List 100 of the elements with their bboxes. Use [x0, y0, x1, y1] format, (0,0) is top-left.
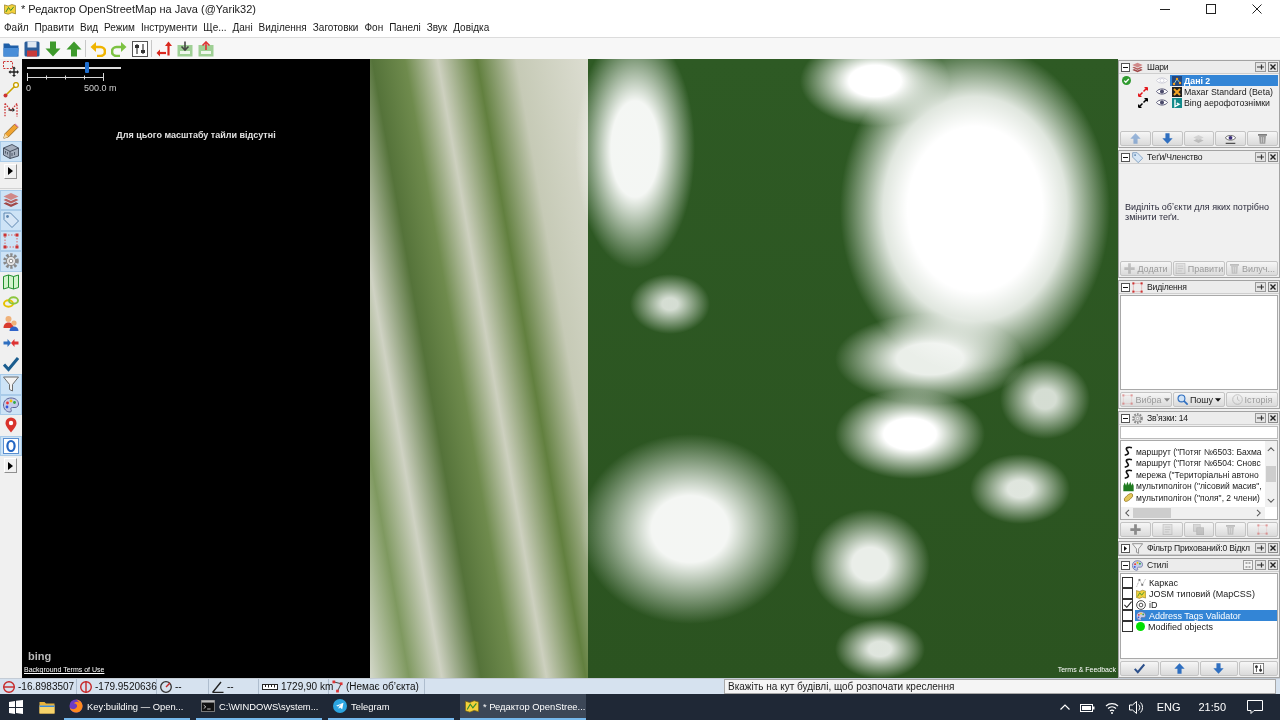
add-button[interactable] [1120, 522, 1151, 537]
checkbox[interactable] [1122, 621, 1133, 632]
move-up-button[interactable] [1159, 661, 1199, 676]
swoosh-tile-icon [1172, 97, 1182, 108]
eye-icon[interactable] [1156, 98, 1168, 107]
pin-icon[interactable] [1255, 560, 1266, 570]
style-item[interactable]: Каркас [1135, 577, 1277, 588]
s-curve-icon [1123, 469, 1134, 481]
vertical-scrollbar[interactable] [1265, 441, 1277, 507]
taskbar-app[interactable]: * Редактор OpenStree... [460, 694, 586, 720]
stacked-layers-icon [3, 191, 19, 208]
pin-icon[interactable] [1255, 152, 1266, 162]
relation-item[interactable]: маршрут ("Потяг №6503: Бахма [1121, 446, 1265, 458]
more-tools-button[interactable] [4, 458, 17, 473]
panel-toggle-button[interactable] [0, 271, 22, 292]
battery-icon[interactable] [1079, 702, 1095, 712]
panel-toggle-button[interactable] [0, 394, 22, 415]
menu-item[interactable]: Інструменти [137, 21, 201, 34]
checkbox[interactable] [1122, 610, 1133, 621]
menu-item[interactable]: Дані [229, 21, 256, 34]
angle-icon [212, 680, 224, 693]
menu-item[interactable]: Довідка [450, 21, 493, 34]
move-down-button[interactable] [1151, 131, 1183, 146]
menu-item[interactable]: Панелі [386, 21, 424, 34]
settings-button[interactable] [1239, 661, 1278, 676]
pin-icon[interactable] [1255, 413, 1266, 423]
language-indicator[interactable]: ENG [1152, 701, 1185, 713]
palette-icon [3, 396, 19, 413]
pin-icon[interactable] [1255, 282, 1266, 292]
pin-icon[interactable] [1255, 62, 1266, 72]
close-icon[interactable] [1268, 543, 1278, 553]
collapse-icon[interactable] [1121, 560, 1130, 570]
taskbar-app[interactable]: Key:building — Open... [64, 694, 190, 720]
layer-item[interactable]: Bing аерофотознімки [1170, 97, 1278, 108]
horizontal-scrollbar[interactable] [1121, 507, 1265, 519]
scrollbar-thumb[interactable] [1266, 466, 1276, 482]
panel-toggle-button[interactable] [0, 230, 22, 251]
chevron-right-icon[interactable] [1256, 509, 1262, 517]
panel-toggle-button[interactable] [0, 189, 22, 210]
menu-item[interactable]: Режим [101, 21, 138, 34]
speaker-icon[interactable] [1128, 700, 1143, 714]
filter-field[interactable] [1120, 426, 1278, 439]
style-item[interactable]: Modified objects [1135, 621, 1277, 632]
checkbox[interactable] [1122, 577, 1133, 588]
menu-item[interactable]: Вид [76, 21, 102, 34]
panel-title: Стилі [1147, 560, 1168, 570]
checkbox[interactable] [1122, 588, 1133, 599]
style-item[interactable]: JOSM типовий (MapCSS) [1135, 588, 1277, 599]
menu-item[interactable]: Заготовки [309, 21, 362, 34]
layer-item[interactable]: Maxar Standard (Beta) [1170, 86, 1278, 97]
menu-item[interactable]: Правити [31, 21, 77, 34]
relation-item[interactable]: маршрут ("Потяг №6504: Сновс [1121, 457, 1265, 469]
close-icon[interactable] [1268, 282, 1278, 292]
scrollbar-thumb[interactable] [1133, 508, 1171, 518]
more-tools-button[interactable] [4, 163, 17, 179]
menu-item[interactable]: Звук [423, 21, 451, 34]
search-button[interactable]: Пошу [1173, 392, 1225, 407]
menu-item[interactable]: Файл [1, 21, 32, 34]
chevron-left-icon[interactable] [1124, 509, 1130, 517]
relation-item[interactable]: мультиполігон ("поля", 2 члени) [1121, 492, 1265, 504]
collapse-icon[interactable] [1121, 62, 1130, 72]
layer-item[interactable]: Дані 2 [1170, 75, 1278, 86]
panel-toggle-button[interactable] [0, 210, 22, 231]
checkbox[interactable] [1122, 599, 1133, 610]
collapse-icon[interactable] [1121, 152, 1130, 162]
menu-item[interactable]: Виділення [255, 21, 310, 34]
panel-toggle-button[interactable] [0, 435, 22, 456]
menu-item[interactable]: Ще... [200, 21, 230, 34]
style-item[interactable]: iD [1135, 599, 1277, 610]
panel-toggle-button[interactable] [0, 374, 22, 395]
panel-toggle-button[interactable] [0, 251, 22, 272]
wifi-icon[interactable] [1104, 700, 1119, 714]
style-item[interactable]: Address Tags Validator [1135, 610, 1277, 621]
tool-button[interactable] [0, 59, 22, 80]
clock[interactable]: 21:50 [1194, 701, 1230, 713]
dotted-box-icon[interactable] [1243, 560, 1253, 570]
slider-thumb[interactable] [85, 62, 90, 73]
eye-icon[interactable] [1156, 87, 1168, 96]
relation-item[interactable]: мультиполігон ("лісовий масив", [1121, 480, 1265, 492]
close-icon[interactable] [1268, 560, 1278, 570]
tool-button[interactable] [0, 141, 22, 162]
relation-item[interactable]: мережа ("Територіальні автоно [1121, 469, 1265, 481]
visibility-button[interactable] [1215, 131, 1247, 146]
expand-icon[interactable] [1121, 543, 1130, 553]
up-arrow-icon [65, 40, 82, 57]
chevron-down-icon[interactable] [1267, 498, 1275, 504]
pin-icon[interactable] [1255, 543, 1266, 553]
close-icon[interactable] [1268, 413, 1278, 423]
collapse-icon[interactable] [1121, 282, 1130, 292]
menu-item[interactable]: Фон [361, 21, 387, 34]
close-icon[interactable] [1268, 152, 1278, 162]
move-down-button[interactable] [1199, 661, 1239, 676]
panel-title: Фільтр Прихований:0 Відкл [1147, 543, 1250, 553]
preferences-button[interactable] [129, 38, 150, 59]
close-icon[interactable] [1268, 62, 1278, 72]
taskbar-app[interactable]: C:\WINDOWS\system... [196, 694, 322, 720]
dotted-square-icon [1257, 524, 1269, 535]
activate-button[interactable] [1120, 661, 1159, 676]
taskbar-app[interactable]: Telegram [328, 694, 454, 720]
collapse-icon[interactable] [1121, 413, 1130, 423]
